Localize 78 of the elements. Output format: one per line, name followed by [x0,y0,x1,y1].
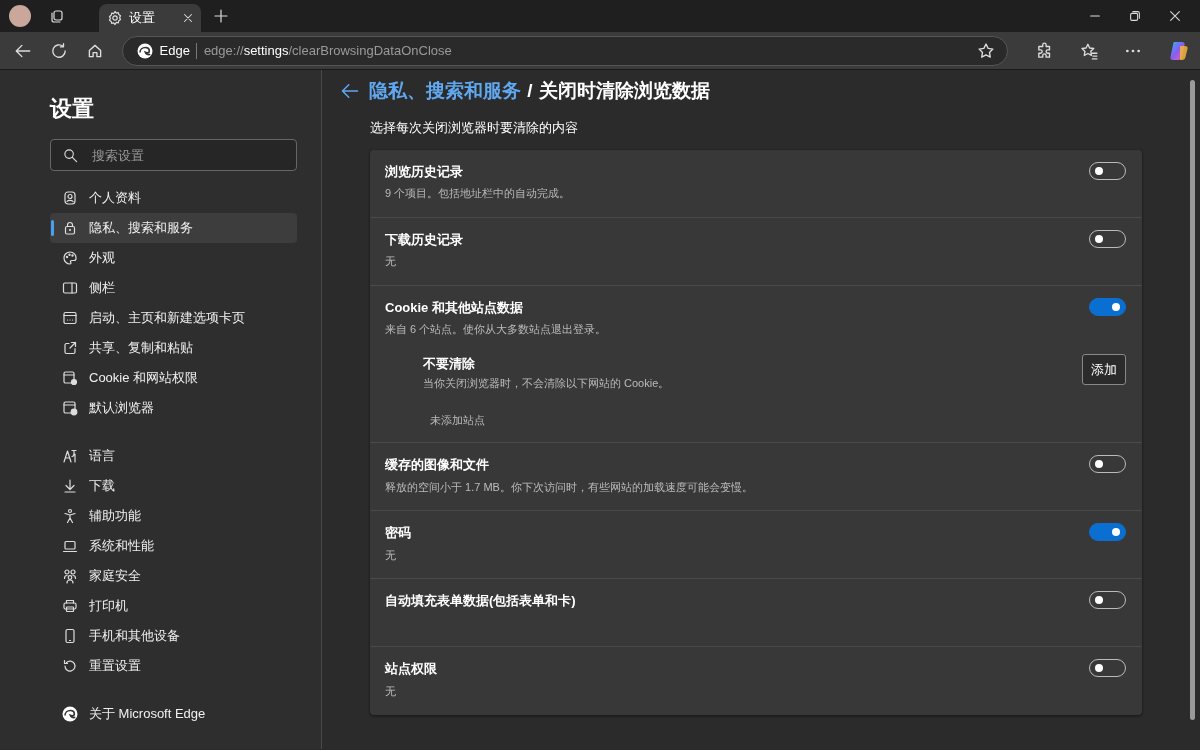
sidebar-item[interactable]: 隐私、搜索和服务 [50,213,297,243]
toggle-switch[interactable] [1089,523,1126,541]
profile-icon [62,190,78,206]
url-text: edge://settings/clearBrowsingDataOnClose [203,41,453,60]
search-field[interactable]: 搜索设置 [50,139,297,171]
page-subtitle: 选择每次关闭浏览器时要清除的内容 [370,119,579,137]
laptop-icon [62,538,78,554]
tabs-icon[interactable] [49,8,65,24]
assistant-logo-icon[interactable] [1168,39,1190,62]
sidebar-item[interactable]: 辅助功能 [50,501,297,531]
reset-icon [62,658,78,674]
setting-title: 自动填充表单数据(包括表单和卡) [385,592,576,610]
address-bar[interactable]: Edge edge://settings/clearBrowsingDataOnClose [122,35,1008,66]
close-icon[interactable] [1168,9,1182,23]
tab-title: 设置 [129,9,156,28]
phone-icon [62,628,78,644]
sidebar-item[interactable]: 家庭安全 [50,561,297,591]
palette-icon [62,250,78,266]
download-icon [62,478,78,494]
restore-icon[interactable] [1128,9,1142,23]
breadcrumb-separator: / [527,78,533,103]
sidebar-item[interactable]: 个人资料 [50,183,297,213]
settings-heading: 设置 [50,95,95,123]
setting-description: 无 [385,254,397,269]
section-title: 不要清除 [423,354,476,373]
setting-title: 下载历史记录 [385,230,463,249]
sidebar-item[interactable]: 默认浏览器 [50,393,297,423]
setting-description: 来自 6 个站点。使你从大多数站点退出登录。 [385,322,607,337]
back-icon[interactable] [340,81,360,101]
sidebar-icon [62,280,78,296]
browser-logo-icon [62,706,78,722]
setting-description: 9 个项目。包括地址栏中的自动完成。 [385,186,571,201]
sidebar-item[interactable]: 系统和性能 [50,531,297,561]
refresh-icon[interactable] [50,41,68,60]
site-label: Edge [159,41,190,60]
sidebar-item[interactable]: 关于 Microsoft Edge [50,699,297,729]
sidebar-item[interactable]: 启动、主页和新建选项卡页 [50,303,297,333]
setting-title: 缓存的图像和文件 [385,456,490,474]
default-browser-icon [62,400,78,416]
page-title: 关闭时清除浏览数据 [538,78,710,103]
share-icon [62,340,78,356]
sidebar-item[interactable]: 共享、复制和粘贴 [50,333,297,363]
add-button[interactable]: 添加 [1082,353,1126,385]
search-icon [63,148,78,163]
setting-title: 浏览历史记录 [385,162,464,181]
setting-title: 站点权限 [385,660,437,678]
toggle-switch[interactable] [1089,297,1126,316]
setting-title: Cookie 和其他站点数据 [385,298,524,317]
sidebar-item[interactable]: 手机和其他设备 [50,621,297,651]
lock-icon [62,220,78,236]
avatar-icon [9,5,31,27]
scrollbar[interactable] [1190,80,1195,720]
new-tab-icon[interactable] [212,8,229,24]
browser-tab[interactable]: 设置 [98,4,201,32]
setting-description: 释放的空间小于 1.7 MB。你下次访问时，有些网站的加载速度可能会变慢。 [385,479,753,495]
browser-logo-icon [137,42,153,59]
language-icon [62,448,78,464]
sidebar-item[interactable]: 打印机 [50,591,297,621]
favorites-icon[interactable] [1080,41,1098,60]
sidebar-item[interactable]: 下载 [50,471,297,501]
star-icon[interactable] [977,41,995,60]
setting-description: 无 [385,683,397,699]
sidebar-item[interactable]: 语言 [50,441,297,471]
breadcrumb-link[interactable]: 隐私、搜索和服务 [369,76,522,106]
setting-title: 密码 [385,524,411,542]
sidebar-item[interactable]: 重置设置 [50,651,297,681]
sidebar-item[interactable]: 侧栏 [50,273,297,303]
cookie-settings-icon [62,370,78,386]
family-icon [62,568,78,584]
browser-window-icon [62,310,78,326]
accessibility-icon [62,508,78,524]
setting-description: 无 [385,547,397,563]
printer-icon [62,598,78,614]
settings-icon [106,10,123,26]
sidebar-item[interactable]: 外观 [50,243,297,273]
section-description: 当你关闭浏览器时，不会清除以下网站的 Cookie。 [423,376,670,391]
empty-list-text: 未添加站点 [430,412,486,428]
sidebar-item[interactable]: Cookie 和网站权限 [50,363,297,393]
